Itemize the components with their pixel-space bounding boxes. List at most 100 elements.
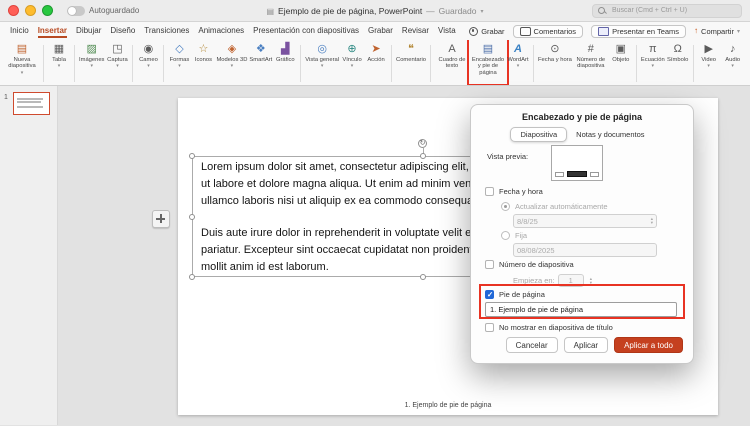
fixed-date-input[interactable]: 08/08/2025	[513, 243, 657, 257]
action-icon: ➤	[371, 43, 381, 55]
stepper-icon[interactable]: ▴ ▾	[590, 276, 592, 285]
preview-number-placeholder	[590, 172, 599, 177]
tab-grabar[interactable]: Grabar	[368, 24, 393, 38]
footer-input[interactable]	[485, 302, 677, 317]
ribbon-button-iconos[interactable]: ☆ Iconos	[191, 42, 215, 85]
table-icon: ▦	[53, 43, 65, 55]
ribbon-button-encabezado-y-pie-de-pagina[interactable]: ▤ Encabezado y pie de página	[466, 40, 509, 85]
ribbon-button-label: Iconos	[194, 57, 213, 63]
ribbon-button-simbolo[interactable]: Ω Símbolo	[666, 42, 690, 85]
footer-checkbox[interactable]	[485, 290, 494, 299]
minimize-window-icon[interactable]	[25, 5, 36, 16]
starts-at-input[interactable]: 1	[557, 274, 584, 287]
apply-to-all-button[interactable]: Aplicar a todo	[614, 337, 683, 353]
document-title: ▤ Ejemplo de pie de página, PowerPoint —…	[266, 0, 483, 22]
autosave-label: Autoguardado	[89, 6, 140, 15]
document-icon: ▤	[266, 6, 275, 16]
header-footer-icon: ▤	[482, 43, 494, 55]
ribbon-button-fecha-y-hora[interactable]: ⊙ Fecha y hora	[537, 42, 573, 85]
auto-update-row: Actualizar automáticamente	[501, 202, 608, 211]
tab-transiciones[interactable]: Transiciones	[144, 24, 189, 38]
ribbon-button-cameo[interactable]: ◉ Cameo ▾	[136, 42, 160, 85]
ribbon-button-captura[interactable]: ◳ Captura ▾	[105, 42, 129, 85]
chevron-down-icon: ▾	[116, 63, 119, 70]
ribbon-separator	[163, 45, 165, 82]
video-icon: ▶	[704, 43, 713, 55]
search-input[interactable]	[610, 6, 736, 15]
slide-thumbnail[interactable]	[13, 92, 50, 115]
tab-dibujar[interactable]: Dibujar	[76, 24, 101, 38]
close-window-icon[interactable]	[8, 5, 19, 16]
ribbon-button-cuadro-de-texto[interactable]: A Cuadro de texto	[434, 42, 470, 85]
icons-star-icon: ☆	[198, 43, 209, 55]
tab-insertar[interactable]: Insertar	[37, 24, 68, 38]
tab-animaciones[interactable]: Animaciones	[198, 24, 244, 38]
save-status-text[interactable]: Guardado	[439, 6, 477, 16]
thumbnail-text-line	[17, 98, 43, 100]
tab-diseno[interactable]: Diseño	[110, 24, 135, 38]
search-box[interactable]	[592, 3, 742, 18]
wordart-icon: A	[514, 43, 522, 55]
ribbon-button-video[interactable]: ▶ Video ▾	[697, 42, 721, 85]
ribbon-button-vinculo[interactable]: ⊕ Vínculo ▾	[340, 42, 364, 85]
tab-diapositiva[interactable]: Diapositiva	[510, 127, 568, 142]
chevron-down-icon: ▾	[707, 63, 710, 70]
ribbon-button-objeto[interactable]: ▣ Objeto	[609, 42, 633, 85]
ribbon-button-label: SmartArt	[249, 57, 273, 63]
rotate-handle-icon[interactable]: ↻	[418, 139, 427, 148]
ribbon-button-smartart[interactable]: ❖ SmartArt	[248, 42, 273, 85]
apply-button[interactable]: Aplicar	[563, 337, 609, 353]
thumbnail-text-line	[17, 106, 43, 108]
ribbon-button-wordart[interactable]: A WordArt ▾	[506, 42, 530, 85]
chevron-down-icon: ▾	[480, 8, 484, 15]
present-in-teams-button[interactable]: Presentar en Teams	[591, 24, 687, 38]
auto-update-value: 8/8/25	[517, 216, 538, 226]
cancel-button[interactable]: Cancelar	[505, 337, 558, 353]
ribbon-tabs: Inicio Insertar Dibujar Diseño Transicio…	[10, 24, 456, 38]
tab-revisar[interactable]: Revisar	[402, 24, 429, 38]
smartart-icon: ❖	[255, 43, 266, 55]
record-icon	[469, 26, 479, 36]
ribbon-button-audio[interactable]: ♪ Audio ▾	[721, 42, 745, 85]
slide-number-checkbox[interactable]	[485, 260, 494, 269]
no-title-checkbox[interactable]	[485, 323, 494, 332]
auto-update-select[interactable]: 8/8/25 ▴ ▾	[513, 214, 657, 228]
toggle-switch-icon[interactable]	[67, 5, 85, 16]
slide-number-label: Número de diapositiva	[499, 260, 574, 269]
chevron-down-icon: ▾	[516, 63, 520, 70]
tab-inicio[interactable]: Inicio	[10, 24, 29, 38]
fixed-date-radio[interactable]	[501, 231, 510, 240]
no-title-label: No mostrar en diapositiva de título	[499, 323, 613, 332]
ribbon-button-comentario[interactable]: ❝ Comentario	[395, 42, 427, 85]
new-comment-icon: ❝	[408, 43, 414, 55]
slide-footer-text: 1. Ejemplo de pie de página	[404, 402, 492, 409]
ribbon-button-modelos-3d[interactable]: ◈ Modelos 3D ▾	[215, 42, 248, 85]
new-slide-icon: ▤	[16, 43, 28, 55]
ribbon-button-imagenes[interactable]: ▨ Imágenes ▾	[78, 42, 105, 85]
ribbon-button-label: Comentario	[396, 57, 426, 63]
autosave-toggle[interactable]: Autoguardado	[67, 5, 140, 16]
record-label: Grabar	[481, 26, 505, 36]
ribbon-button-formas[interactable]: ◇ Formas ▾	[167, 42, 191, 85]
share-button[interactable]: ↑ Compartir ▾	[694, 27, 740, 36]
ribbon-separator	[635, 45, 637, 82]
ribbon-button-grafico[interactable]: ▟ Gráfico	[273, 42, 297, 85]
ribbon-button-tabla[interactable]: ▦ Tabla ▾	[47, 42, 71, 85]
auto-update-radio[interactable]	[501, 202, 510, 211]
ribbon-button-ecuacion[interactable]: π Ecuación ▾	[640, 42, 666, 85]
tab-vista[interactable]: Vista	[438, 24, 456, 38]
ribbon-button-accion[interactable]: ➤ Acción	[364, 42, 388, 85]
tab-presentacion[interactable]: Presentación con diapositivas	[253, 24, 359, 38]
ribbon-button-numero-de-diapositiva[interactable]: # Número de diapositiva	[573, 42, 609, 85]
ribbon-button-nueva-diapositiva[interactable]: ▤ Nueva diapositiva ▾	[4, 42, 40, 85]
titlebar: Autoguardado ▤ Ejemplo de pie de página,…	[0, 0, 750, 22]
comments-button[interactable]: Comentarios	[512, 24, 584, 38]
ribbon-button-vista-general[interactable]: ◎ Vista general ▾	[304, 42, 340, 85]
zoom-window-icon[interactable]	[42, 5, 53, 16]
fixed-date-value: 08/08/2025	[517, 245, 555, 255]
datetime-checkbox[interactable]	[485, 187, 494, 196]
ribbon-separator	[74, 45, 75, 82]
record-button[interactable]: Grabar	[469, 26, 505, 36]
tab-notas-y-documentos[interactable]: Notas y documentos	[567, 127, 653, 142]
move-handle-icon[interactable]	[152, 210, 170, 228]
